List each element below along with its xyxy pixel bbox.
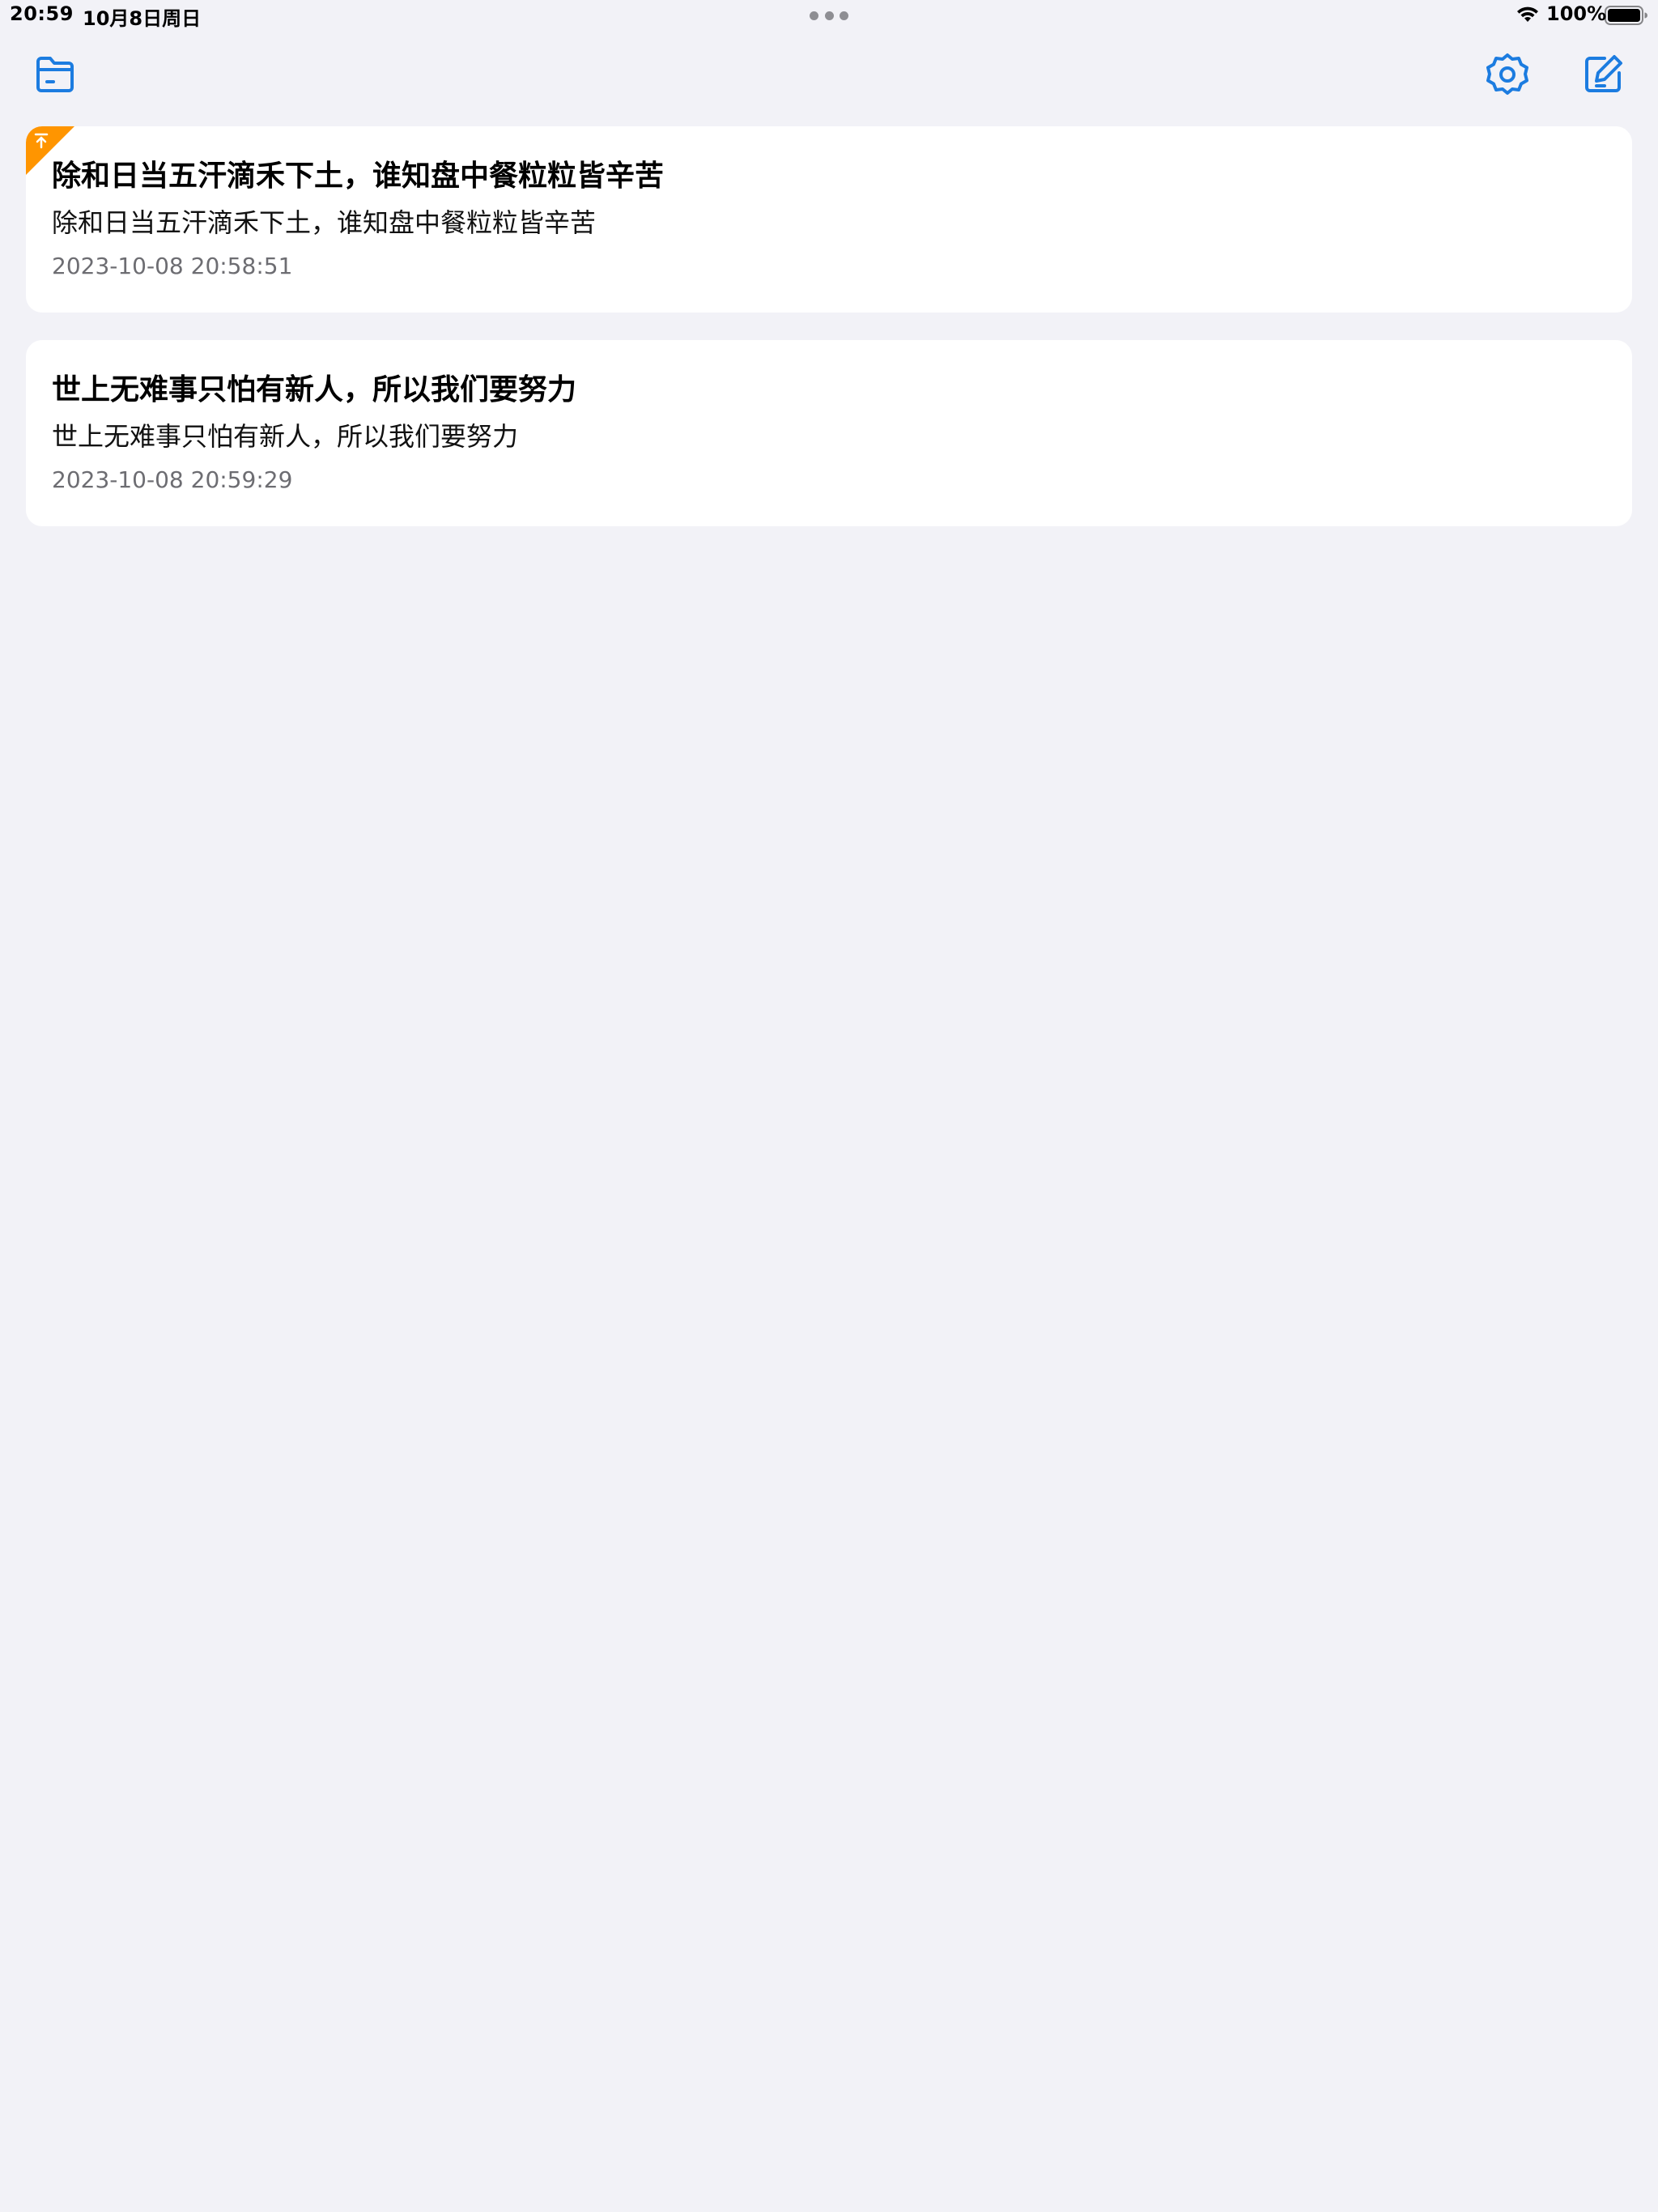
note-preview: 除和日当五汗滴禾下土，谁知盘中餐粒粒皆辛苦 — [52, 207, 597, 238]
status-date: 10月8日周日 — [83, 7, 202, 30]
gear-icon — [1486, 53, 1528, 95]
note-title: 除和日当五汗滴禾下土，谁知盘中餐粒粒皆辛苦 — [52, 160, 665, 193]
note-timestamp: 2023-10-08 20:59:29 — [52, 466, 293, 493]
wifi-icon — [1517, 6, 1538, 22]
multitasking-dots-icon[interactable] — [810, 11, 848, 21]
battery-icon — [1605, 6, 1647, 25]
note-card[interactable]: 世上无难事只怕有新人，所以我们要努力 世上无难事只怕有新人，所以我们要努力 20… — [26, 340, 1632, 526]
note-list: 除和日当五汗滴禾下土，谁知盘中餐粒粒皆辛苦 除和日当五汗滴禾下土，谁知盘中餐粒粒… — [26, 126, 1632, 554]
note-card-pinned[interactable]: 除和日当五汗滴禾下土，谁知盘中餐粒粒皆辛苦 除和日当五汗滴禾下土，谁知盘中餐粒粒… — [26, 126, 1632, 313]
note-preview: 世上无难事只怕有新人，所以我们要努力 — [52, 421, 519, 452]
folder-button[interactable] — [29, 50, 81, 99]
note-title: 世上无难事只怕有新人，所以我们要努力 — [52, 373, 577, 406]
status-time: 20:59 — [10, 2, 74, 25]
note-timestamp: 2023-10-08 20:58:51 — [52, 253, 293, 279]
folder-icon — [36, 57, 74, 92]
status-bar: 20:59 10月8日周日 100% — [0, 0, 1658, 32]
notes-screen: 20:59 10月8日周日 100% 除和日当五汗滴禾下土，谁知盘中餐粒粒皆辛苦… — [0, 0, 1658, 2212]
settings-button[interactable] — [1482, 49, 1533, 100]
compose-button[interactable] — [1577, 49, 1629, 100]
battery-percentage: 100% — [1546, 2, 1607, 25]
compose-icon — [1585, 55, 1622, 92]
